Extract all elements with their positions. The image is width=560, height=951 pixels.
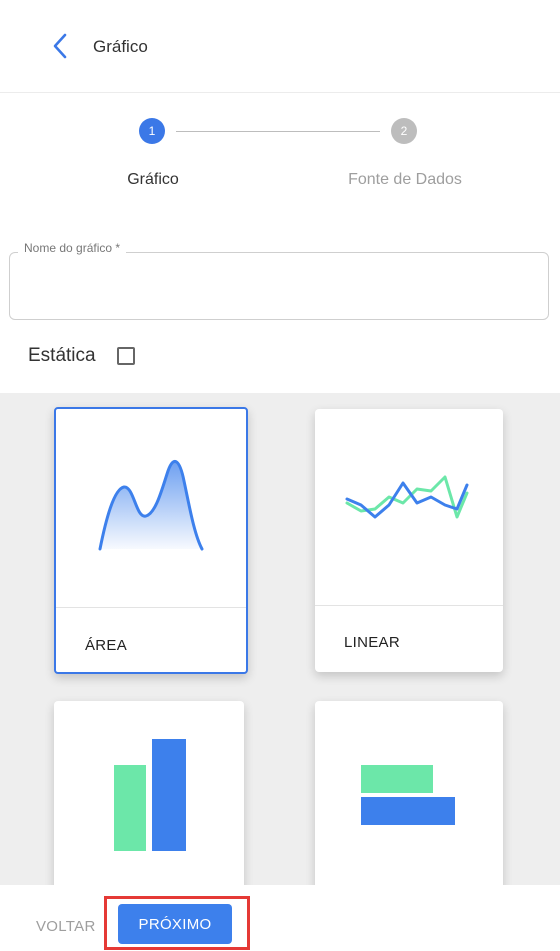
stepper-connector [176, 131, 380, 132]
app-header: Gráfico [0, 0, 560, 93]
step-2-label: Fonte de Dados [348, 171, 462, 188]
chart-type-label-area: ÁREA [85, 637, 128, 654]
next-button-highlight [104, 896, 250, 950]
chart-type-label-linear: LINEAR [344, 634, 400, 651]
area-chart-icon [98, 459, 204, 551]
card-divider [315, 605, 503, 606]
chart-type-card-horizontal-bar[interactable] [315, 701, 503, 885]
page-title: Gráfico [93, 37, 148, 56]
chevron-left-icon [53, 33, 67, 59]
chart-name-field[interactable] [9, 252, 549, 320]
chart-type-card-bar[interactable] [54, 701, 244, 885]
chart-type-card-area[interactable]: ÁREA [54, 407, 248, 674]
back-button[interactable] [44, 30, 76, 62]
static-label: Estática [28, 345, 96, 366]
card-divider [56, 607, 246, 608]
chart-type-grid: ÁREA LINEAR [0, 393, 560, 885]
chart-name-input[interactable] [22, 271, 536, 303]
bar-chart-icon [114, 739, 186, 851]
chart-type-card-linear[interactable]: LINEAR [315, 409, 503, 672]
line-chart-icon [345, 475, 469, 519]
step-1-indicator: 1 [139, 118, 165, 144]
horizontal-bar-chart-icon [361, 765, 455, 825]
step-2-indicator: 2 [391, 118, 417, 144]
chart-name-label: Nome do gráfico * [18, 241, 127, 255]
step-1-label: Gráfico [127, 171, 179, 188]
back-step-button[interactable]: VOLTAR [36, 918, 96, 935]
static-checkbox[interactable] [117, 347, 135, 365]
